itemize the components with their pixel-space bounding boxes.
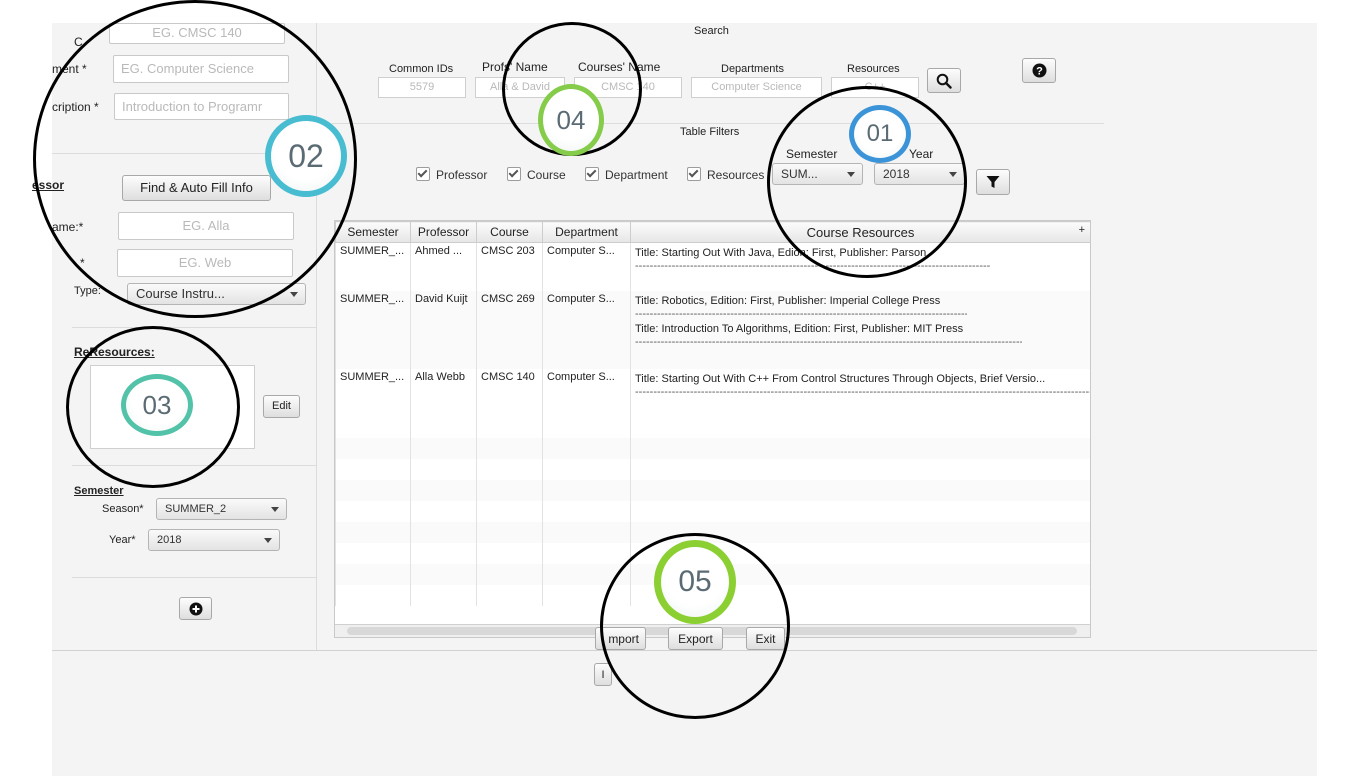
common-ids-input[interactable]: 5579 <box>378 77 466 98</box>
cell-professor: Alla Webb <box>410 368 477 417</box>
filter-department-checkbox[interactable]: Department <box>585 167 668 182</box>
table-row-empty <box>335 416 1090 438</box>
departments-input[interactable]: Computer Science <box>691 77 822 98</box>
cell-course: CMSC 203 <box>476 242 543 291</box>
cell-semester: SUMMER_... <box>335 290 411 369</box>
cell-course: CMSC 269 <box>476 290 543 369</box>
resource-entry: Title: Robotics, Edition: First, Publish… <box>635 294 941 307</box>
resource-entry: Title: Starting Out With C++ From Contro… <box>635 372 1046 385</box>
cell-course-resources: Title: Starting Out With C++ From Contro… <box>630 368 1090 417</box>
table-filters-title: Table Filters <box>680 126 740 138</box>
table-row[interactable]: SUMMER_... Ahmed ... CMSC 203 Computer S… <box>335 242 1090 291</box>
semester-heading: Semester <box>74 485 124 497</box>
table-row-empty <box>335 437 1090 459</box>
checkbox-icon <box>507 167 521 181</box>
left-divider-4 <box>72 577 316 578</box>
table-row-empty <box>335 479 1090 501</box>
departments-label: Departments <box>721 63 784 75</box>
column-header-semester[interactable]: Semester <box>335 221 411 243</box>
magnifier-icon <box>936 73 952 89</box>
filter-course-label: Course <box>527 168 566 182</box>
year-label: Year* <box>109 534 136 546</box>
funnel-icon <box>986 176 1000 188</box>
chevron-down-icon <box>271 507 279 512</box>
checkbox-icon <box>416 167 430 181</box>
cell-department: Computer S... <box>542 368 631 417</box>
filter-course-checkbox[interactable]: Course <box>507 167 566 182</box>
column-header-course[interactable]: Course <box>476 221 543 243</box>
question-icon: ? <box>1032 63 1046 78</box>
column-menu-plus-icon[interactable]: + <box>1079 224 1085 236</box>
filter-department-label: Department <box>605 168 668 182</box>
filter-resources-label: Resources <box>707 168 765 182</box>
resource-separator: ----------------------------------------… <box>635 386 1090 397</box>
type-label: Type: <box>74 285 101 297</box>
resource-separator: ----------------------------------------… <box>635 308 967 319</box>
season-select-value: SUMMER_2 <box>165 503 227 515</box>
callout-badge-04: 04 <box>538 84 604 156</box>
callout-badge-02: 02 <box>265 115 347 197</box>
season-label: Season* <box>102 503 144 515</box>
cell-course: CMSC 140 <box>476 368 543 417</box>
table-row[interactable]: SUMMER_... Alla Webb CMSC 140 Computer S… <box>335 368 1090 417</box>
resource-entry: Title: Introduction To Algorithms, Editi… <box>635 322 964 335</box>
plus-circle-icon <box>189 602 202 616</box>
edit-resources-button[interactable]: Edit <box>263 395 300 418</box>
column-header-department[interactable]: Department <box>542 221 631 243</box>
column-header-professor[interactable]: Professor <box>410 221 477 243</box>
common-ids-label: Common IDs <box>389 63 454 75</box>
checkbox-icon <box>585 167 599 181</box>
cell-professor: Ahmed ... <box>410 242 477 291</box>
filter-professor-label: Professor <box>436 168 488 182</box>
callout-badge-03: 03 <box>121 374 193 436</box>
help-button[interactable]: ? <box>1022 58 1056 83</box>
left-divider-2 <box>72 327 316 328</box>
table-row-empty <box>335 500 1090 522</box>
chevron-down-icon <box>264 538 272 543</box>
table-row-empty <box>335 458 1090 480</box>
year-select[interactable]: 2018 <box>148 529 280 551</box>
season-select[interactable]: SUMMER_2 <box>156 498 287 520</box>
checkbox-icon <box>687 167 701 181</box>
callout-badge-01: 01 <box>849 105 911 163</box>
table-header-row: Semester Professor Course Department Cou… <box>335 221 1090 243</box>
resources-search-label: Resources <box>847 63 900 75</box>
cell-semester: SUMMER_... <box>335 242 411 291</box>
cell-department: Computer S... <box>542 290 631 369</box>
search-divider <box>332 123 1104 124</box>
cell-professor: David Kuijt <box>410 290 477 369</box>
search-button[interactable] <box>927 68 961 93</box>
cell-semester: SUMMER_... <box>335 368 411 417</box>
chevron-down-icon <box>290 292 298 297</box>
resource-separator: ----------------------------------------… <box>635 336 1022 347</box>
filter-professor-checkbox[interactable]: Professor <box>416 167 487 182</box>
callout-badge-05: 05 <box>654 540 736 624</box>
apply-filter-button[interactable] <box>976 169 1010 195</box>
add-entry-button[interactable] <box>179 597 212 620</box>
svg-text:?: ? <box>1036 66 1043 78</box>
cell-department: Computer S... <box>542 242 631 291</box>
filter-resources-checkbox[interactable]: Resources <box>687 167 764 182</box>
cell-course-resources: Title: Robotics, Edition: First, Publish… <box>630 290 1090 369</box>
table-row[interactable]: SUMMER_... David Kuijt CMSC 269 Computer… <box>335 290 1090 369</box>
search-title: Search <box>694 25 729 37</box>
year-select-value: 2018 <box>157 534 182 546</box>
